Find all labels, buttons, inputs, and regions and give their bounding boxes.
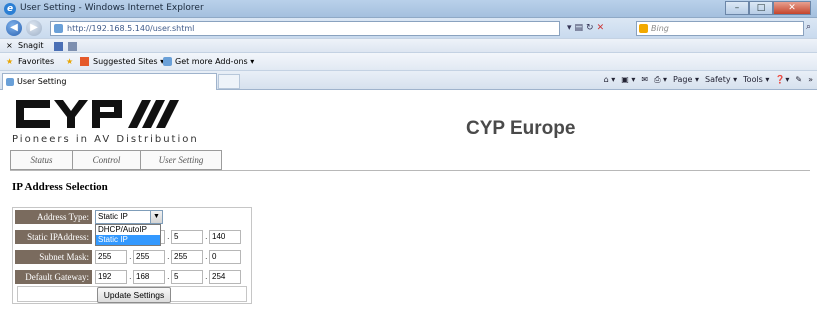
page-icon <box>54 24 63 33</box>
safety-menu[interactable]: Safety ▾ <box>705 75 737 85</box>
url-field[interactable]: http://192.168.5.140/user.shtml <box>50 21 560 36</box>
address-type-label: Address Type: <box>15 210 92 224</box>
subnet-octet-4[interactable]: 0 <box>209 250 241 264</box>
search-icon[interactable]: ⌕ <box>806 22 811 32</box>
snagit-editor-icon[interactable] <box>68 42 77 51</box>
address-bar: ◀ ▶ http://192.168.5.140/user.shtml ▾ ▤ … <box>0 18 817 38</box>
window-title: User Setting - Windows Internet Explorer <box>20 3 204 13</box>
octet-separator: . <box>205 232 208 241</box>
favorites-star-icon: ★ <box>6 57 14 66</box>
tab-user-setting-page[interactable]: User Setting <box>140 150 222 170</box>
static-ip-label: Static IPAddress: <box>15 230 92 244</box>
subnet-octet-2[interactable]: 255 <box>133 250 165 264</box>
main-nav: Status Control User Setting <box>10 150 222 170</box>
maximize-button[interactable]: □ <box>749 1 773 15</box>
page-menu[interactable]: Page ▾ <box>673 75 699 85</box>
address-type-select[interactable]: Static IP ▼ <box>95 210 163 224</box>
gateway-octet-1[interactable]: 192 <box>95 270 127 284</box>
octet-separator: . <box>205 272 208 281</box>
research-icon[interactable]: ✎ <box>795 75 802 85</box>
nav-divider <box>10 170 810 171</box>
page-title: CYP Europe <box>466 118 576 139</box>
octet-separator: . <box>167 252 170 261</box>
gateway-octet-4[interactable]: 254 <box>209 270 241 284</box>
window-titlebar: e User Setting - Windows Internet Explor… <box>0 0 817 18</box>
gateway-label: Default Gateway: <box>15 270 92 284</box>
window-controls: – □ ✕ <box>725 1 811 15</box>
favorites-bar: ★ Favorites ★ Suggested Sites ▾ Get more… <box>0 52 817 70</box>
option-dhcp[interactable]: DHCP/AutoIP <box>96 225 160 235</box>
octet-separator: . <box>167 232 170 241</box>
tools-menu[interactable]: Tools ▾ <box>743 75 769 85</box>
address-type-value: Static IP <box>98 212 128 221</box>
minimize-button[interactable]: – <box>725 1 749 15</box>
snagit-capture-icon[interactable] <box>54 42 63 51</box>
help-icon[interactable]: ❓▾ <box>775 75 789 85</box>
suggested-sites-link[interactable]: Suggested Sites ▾ <box>93 57 164 66</box>
addons-icon <box>163 57 172 66</box>
subnet-octet-3[interactable]: 255 <box>171 250 203 264</box>
dropdown-arrow-icon[interactable]: ▾ <box>567 21 572 36</box>
url-tools: ▾ ▤ ↻ ✕ <box>567 21 604 36</box>
octet-separator: . <box>129 272 132 281</box>
close-toolbar-icon[interactable]: × <box>6 41 13 50</box>
tab-status[interactable]: Status <box>10 150 72 170</box>
address-type-dropdown: DHCP/AutoIP Static IP <box>95 224 161 246</box>
section-title: IP Address Selection <box>12 181 108 193</box>
search-placeholder: Bing <box>651 24 669 33</box>
static-ip-octet-3[interactable]: 5 <box>171 230 203 244</box>
update-settings-button[interactable]: Update Settings <box>97 287 171 303</box>
gateway-octet-2[interactable]: 168 <box>133 270 165 284</box>
suggested-sites-icon <box>80 57 89 66</box>
subnet-octet-1[interactable]: 255 <box>95 250 127 264</box>
stop-icon[interactable]: ✕ <box>597 21 605 36</box>
add-favorite-icon[interactable]: ★ <box>66 57 73 66</box>
mail-icon[interactable]: ✉ <box>641 75 648 85</box>
chevron-more-icon[interactable]: » <box>808 75 813 85</box>
get-addons-link[interactable]: Get more Add-ons ▾ <box>175 57 254 66</box>
tab-favicon <box>6 78 14 86</box>
back-button[interactable]: ◀ <box>6 20 22 36</box>
search-input[interactable]: Bing <box>636 21 804 36</box>
snagit-button[interactable]: Snagit <box>18 41 44 50</box>
octet-separator: . <box>205 252 208 261</box>
new-tab-button[interactable] <box>218 74 240 89</box>
forward-button[interactable]: ▶ <box>26 20 42 36</box>
url-text: http://192.168.5.140/user.shtml <box>67 24 195 33</box>
octet-separator: . <box>129 252 132 261</box>
home-icon[interactable]: ⌂ ▾ <box>604 75 616 85</box>
company-tagline: Pioneers in AV Distribution <box>12 134 199 145</box>
tab-title: User Setting <box>17 77 67 86</box>
favorites-button[interactable]: Favorites <box>18 57 54 66</box>
close-window-button[interactable]: ✕ <box>773 1 811 15</box>
page-content: Pioneers in AV Distribution CYP Europe S… <box>4 92 813 320</box>
octet-separator: . <box>167 272 170 281</box>
tab-user-setting[interactable]: User Setting <box>2 73 217 90</box>
chevron-down-icon[interactable]: ▼ <box>150 211 162 223</box>
subnet-label: Subnet Mask: <box>15 250 92 264</box>
gateway-octet-3[interactable]: 5 <box>171 270 203 284</box>
command-bar: ⌂ ▾ ▣ ▾ ✉ ⎙ ▾ Page ▾ Safety ▾ Tools ▾ ❓▾… <box>604 75 813 85</box>
feeds-icon[interactable]: ▣ ▾ <box>621 75 635 85</box>
static-ip-octet-4[interactable]: 140 <box>209 230 241 244</box>
bing-icon <box>639 24 648 33</box>
print-icon[interactable]: ⎙ ▾ <box>654 75 667 85</box>
snagit-toolbar: × Snagit <box>0 38 817 52</box>
refresh-icon[interactable]: ↻ <box>586 21 594 36</box>
compatibility-icon[interactable]: ▤ <box>575 21 584 36</box>
ie-icon: e <box>4 3 16 15</box>
tab-control[interactable]: Control <box>72 150 140 170</box>
option-static-ip[interactable]: Static IP <box>96 235 160 245</box>
tab-bar: User Setting ⌂ ▾ ▣ ▾ ✉ ⎙ ▾ Page ▾ Safety… <box>0 70 817 90</box>
